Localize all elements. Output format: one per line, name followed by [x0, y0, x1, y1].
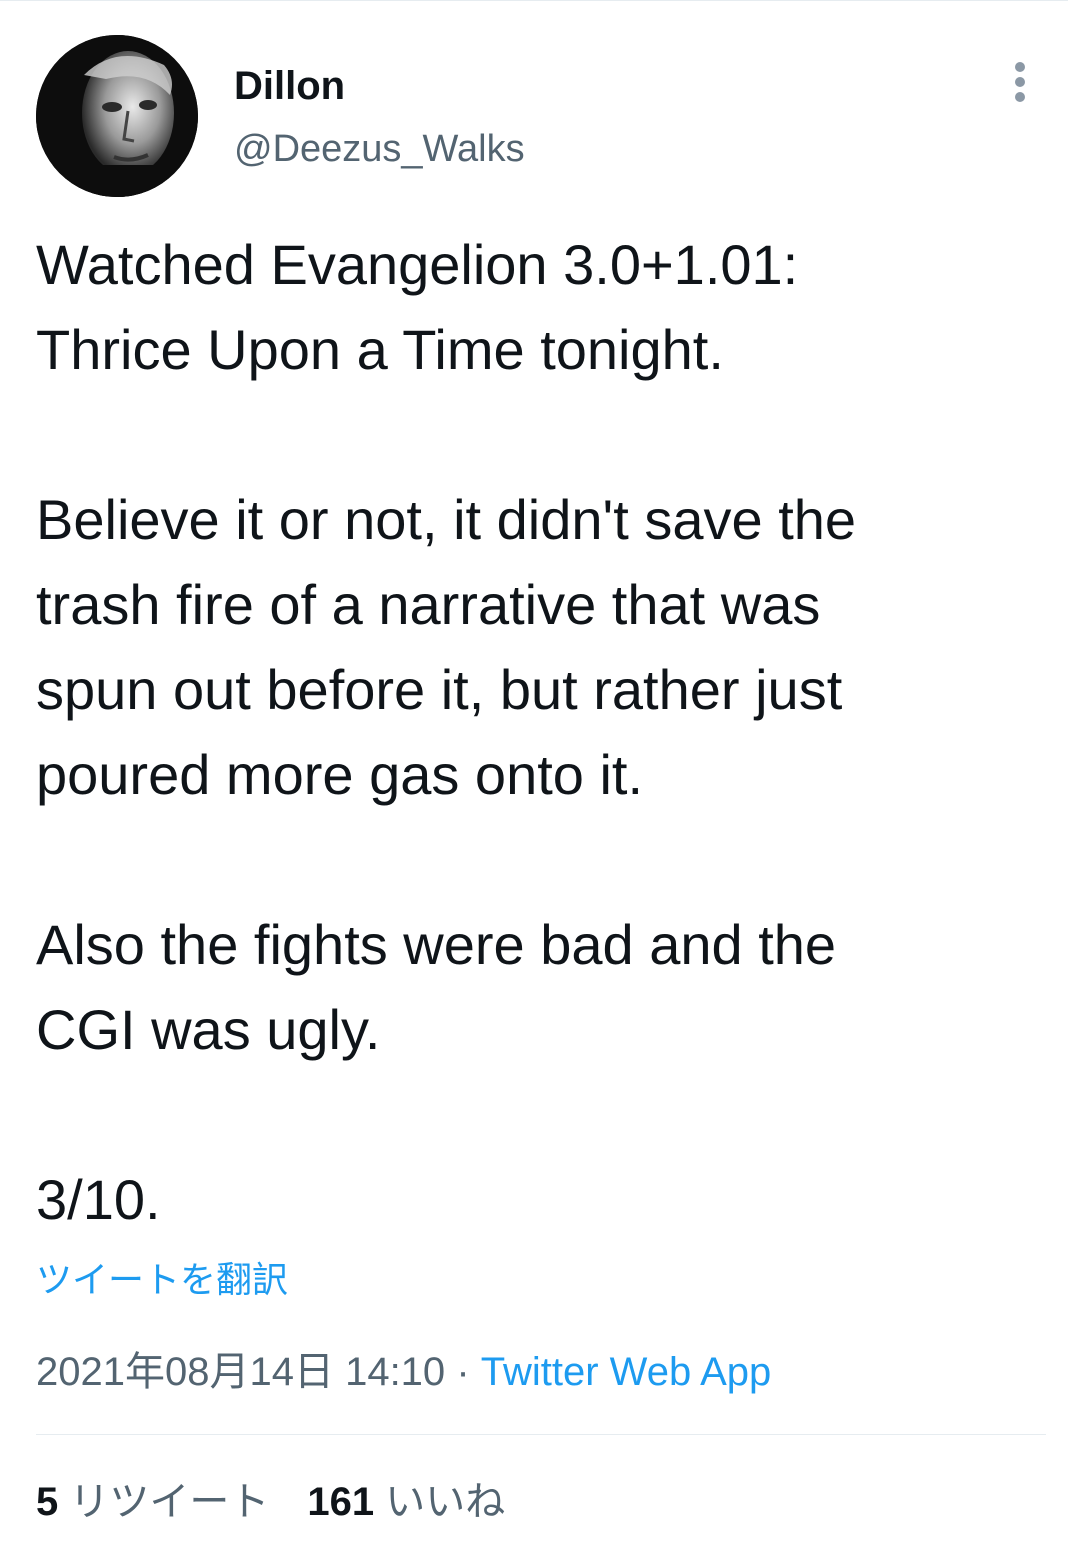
- more-options-button[interactable]: [1002, 60, 1038, 104]
- tweet-line: poured more gas onto it.: [36, 743, 644, 806]
- avatar[interactable]: [36, 35, 198, 197]
- likes-label: いいね: [385, 1480, 506, 1524]
- likes-count: 161: [307, 1480, 375, 1524]
- tweet-line: 3/10.: [36, 1168, 161, 1231]
- tweet-line: spun out before it, but rather just: [36, 658, 843, 721]
- more-vertical-icon-dot: [1015, 77, 1025, 87]
- top-border: [0, 0, 1068, 1]
- display-name[interactable]: Dillon: [234, 62, 345, 110]
- tweet-text: Watched Evangelion 3.0+1.01: Thrice Upon…: [36, 222, 1036, 1242]
- retweets-count: 5: [36, 1480, 59, 1524]
- meta-separator: ·: [456, 1350, 470, 1394]
- tweet-line: trash fire of a narrative that was: [36, 573, 821, 636]
- more-vertical-icon: [1015, 62, 1025, 72]
- retweets-label: リツイート: [69, 1480, 270, 1524]
- tweet-meta: 2021年08月14日 14:10 · Twitter Web App: [36, 1348, 771, 1396]
- more-vertical-icon-dot: [1015, 92, 1025, 102]
- avatar-photo: [36, 35, 198, 197]
- tweet-line: Believe it or not, it didn't save the: [36, 488, 857, 551]
- tweet-stats: 5 リツイート 161 いいね: [36, 1478, 505, 1526]
- tweet-line: Thrice Upon a Time tonight.: [36, 318, 724, 381]
- tweet-line: Also the fights were bad and the: [36, 913, 837, 976]
- divider: [36, 1434, 1046, 1435]
- source-app-link[interactable]: Twitter Web App: [481, 1350, 772, 1394]
- tweet-line: Watched Evangelion 3.0+1.01:: [36, 233, 799, 296]
- retweets-stat[interactable]: 5 リツイート: [36, 1480, 269, 1524]
- timestamp[interactable]: 2021年08月14日 14:10: [36, 1350, 445, 1394]
- user-handle[interactable]: @Deezus_Walks: [234, 126, 525, 172]
- tweet-line: CGI was ugly.: [36, 998, 381, 1061]
- translate-tweet-link[interactable]: ツイートを翻訳: [36, 1258, 288, 1302]
- likes-stat[interactable]: 161 いいね: [307, 1480, 505, 1524]
